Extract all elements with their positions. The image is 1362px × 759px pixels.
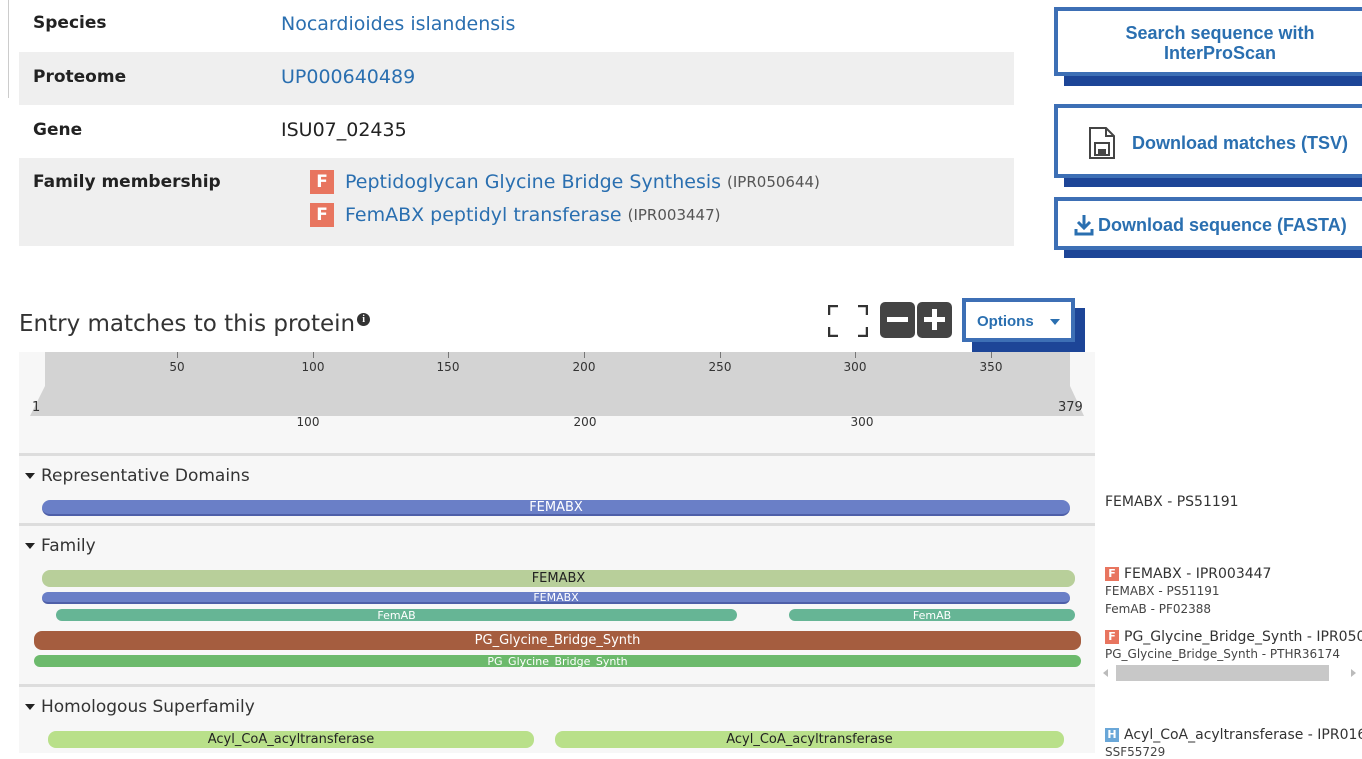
- species-label: Species: [33, 13, 107, 33]
- left-edge-line: [8, 0, 9, 98]
- family-membership-item: F Peptidoglycan Glycine Bridge Synthesis…: [310, 169, 820, 195]
- gene-label: Gene: [33, 120, 83, 140]
- ruler-tick-label: 250: [708, 360, 732, 374]
- download-matches-button[interactable]: Download matches (TSV): [1054, 104, 1362, 178]
- family-accession: (IPR050644): [727, 173, 820, 191]
- family-badge-icon: F: [1105, 567, 1119, 581]
- proteome-link[interactable]: UP000640489: [281, 66, 415, 88]
- ruler-tick-label: 200: [573, 415, 597, 429]
- download-matches-label: Download matches (TSV): [1132, 133, 1349, 153]
- scroll-left-icon[interactable]: [1103, 669, 1108, 677]
- family-membership-item: F FemABX peptidyl transferase (IPR003447…: [310, 202, 720, 228]
- zoom-out-button[interactable]: [880, 302, 915, 338]
- section-title: Homologous Superfamily: [41, 697, 255, 717]
- file-icon: [1086, 126, 1118, 165]
- legend-sub-item[interactable]: FemAB - PF02388: [1105, 602, 1211, 616]
- section-title: Representative Domains: [41, 466, 250, 486]
- ruler-tick-label: 300: [850, 415, 874, 429]
- family-membership-row: Family membership F Peptidoglycan Glycin…: [19, 158, 1014, 246]
- track-pg-glycine-family[interactable]: PG_Glycine_Bridge_Synth: [34, 631, 1081, 650]
- legend-scrollbar[interactable]: [1101, 664, 1362, 682]
- legend-title: Acyl_CoA_acyltransferase - IPR0161: [1124, 727, 1362, 743]
- ruler-tick-mark: [855, 352, 856, 358]
- family-link[interactable]: FemABX peptidyl transferase: [345, 204, 622, 226]
- track-femabx-domain[interactable]: FEMABX: [42, 500, 1070, 516]
- section-separator: [19, 523, 1095, 526]
- family-badge-icon: F: [1105, 630, 1119, 644]
- legend-title: PG_Glycine_Bridge_Synth - IPR0506: [1124, 629, 1362, 645]
- entry-matches-title: Entry matches to this protein: [19, 311, 356, 337]
- family-badge-icon: F: [310, 203, 334, 227]
- section-homologous-superfamily[interactable]: Homologous Superfamily: [25, 697, 255, 717]
- track-femab-pfam[interactable]: FemAB: [789, 609, 1075, 621]
- track-femabx-prosite[interactable]: FEMABX: [42, 592, 1070, 604]
- search-interproscan-label: Search sequence with InterProScan: [1125, 23, 1315, 63]
- search-interproscan-button[interactable]: Search sequence with InterProScan: [1054, 7, 1362, 76]
- ruler-tick-label: 150: [436, 360, 460, 374]
- section-representative-domains[interactable]: Representative Domains: [25, 466, 250, 486]
- download-icon: [1074, 214, 1094, 241]
- fullscreen-icon[interactable]: [827, 304, 869, 338]
- gene-row: Gene ISU07_02435: [19, 105, 1014, 158]
- scroll-right-icon[interactable]: [1351, 669, 1356, 677]
- legend-representative[interactable]: FEMABX - PS51191: [1105, 494, 1239, 510]
- legend-sub-item[interactable]: PG_Glycine_Bridge_Synth - PTHR36174: [1105, 647, 1340, 661]
- ruler-tick-label: 50: [169, 360, 185, 374]
- track-acyl-coa-superfamily[interactable]: Acyl_CoA_acyltransferase: [555, 731, 1064, 748]
- plus-icon-vertical: [932, 309, 937, 330]
- family-membership-label: Family membership: [33, 172, 221, 192]
- ruler-tick-mark: [177, 352, 178, 358]
- info-icon[interactable]: i: [357, 313, 371, 327]
- scrollbar-thumb[interactable]: [1116, 665, 1329, 681]
- track-acyl-coa-superfamily[interactable]: Acyl_CoA_acyltransferase: [48, 731, 534, 748]
- caret-down-icon: [1050, 319, 1060, 325]
- legend-title: FEMABX - IPR003447: [1124, 566, 1272, 582]
- ruler-tick-mark: [313, 352, 314, 358]
- family-badge-icon: F: [310, 170, 334, 194]
- sequence-end: 379: [1058, 400, 1083, 415]
- homologous-badge-icon: H: [1105, 728, 1119, 742]
- legend-family-femabx[interactable]: F FEMABX - IPR003447: [1105, 566, 1271, 582]
- gene-value: ISU07_02435: [281, 119, 407, 141]
- track-pg-glycine-panther[interactable]: PG_Glycine_Bridge_Synth: [34, 655, 1081, 667]
- track-femab-pfam[interactable]: FemAB: [56, 609, 737, 621]
- ruler-tick-mark: [720, 352, 721, 358]
- section-title: Family: [41, 536, 96, 556]
- collapse-triangle-icon: [25, 704, 35, 710]
- track-femabx-family[interactable]: FEMABX: [42, 570, 1075, 587]
- family-link[interactable]: Peptidoglycan Glycine Bridge Synthesis: [345, 171, 721, 193]
- ruler-tick-mark: [448, 352, 449, 358]
- legend-sub-item[interactable]: SSF55729: [1105, 745, 1165, 759]
- proteome-label: Proteome: [33, 67, 127, 87]
- family-accession: (IPR003447): [627, 206, 721, 224]
- ruler-tick-label: 100: [301, 360, 325, 374]
- proteome-row: Proteome UP000640489: [19, 52, 1014, 105]
- section-family[interactable]: Family: [25, 536, 96, 556]
- zoom-in-button[interactable]: [917, 302, 952, 338]
- legend-homologous[interactable]: H Acyl_CoA_acyltransferase - IPR0161: [1105, 727, 1362, 743]
- species-link[interactable]: Nocardioides islandensis: [281, 13, 515, 35]
- ruler-tick-label: 200: [572, 360, 596, 374]
- legend-sub-item[interactable]: FEMABX - PS51191: [1105, 584, 1220, 598]
- download-sequence-button[interactable]: Download sequence (FASTA): [1054, 197, 1362, 250]
- entry-matches-heading: Entry matches to this protein i: [19, 311, 371, 337]
- ruler-tick-label: 300: [843, 360, 867, 374]
- ruler-tick-label: 100: [296, 415, 320, 429]
- legend-family-pg[interactable]: F PG_Glycine_Bridge_Synth - IPR0506: [1105, 629, 1362, 645]
- download-sequence-label: Download sequence (FASTA): [1098, 215, 1347, 235]
- collapse-triangle-icon: [25, 543, 35, 549]
- minus-icon: [887, 317, 908, 322]
- ruler-tick-label: 350: [979, 360, 1003, 374]
- ruler-tick-mark: [584, 352, 585, 358]
- section-separator: [19, 453, 1095, 456]
- collapse-triangle-icon: [25, 473, 35, 479]
- section-separator: [19, 684, 1095, 687]
- species-row: Species Nocardioides islandensis: [19, 0, 1014, 52]
- options-label: Options: [977, 313, 1034, 330]
- ruler-tick-mark: [991, 352, 992, 358]
- sequence-start: 1: [32, 400, 41, 415]
- ruler-bottom-ticks: 100 200 300: [0, 412, 1362, 434]
- options-dropdown[interactable]: Options: [962, 298, 1075, 342]
- ruler-top-ticks: 50 100 150 200 250 300 350: [0, 352, 1362, 382]
